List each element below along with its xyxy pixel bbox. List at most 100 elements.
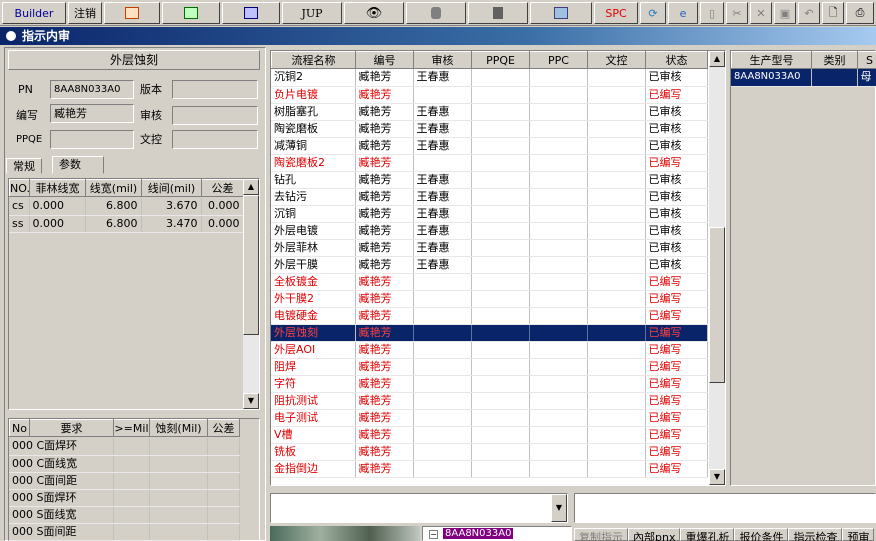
col-header-name[interactable]: 流程名称 [271,51,356,69]
process-row[interactable]: 全板镀金 臧艳芳 已编写 [271,273,708,291]
tab-prereview[interactable]: 预审 [842,528,875,541]
scroll-up-icon[interactable]: ▲ [243,179,259,195]
col-header-model[interactable]: 生产型号 [731,51,812,69]
save-button[interactable]: ▣ [774,2,796,24]
process-row[interactable]: 字符 臧艳芳 已编写 [271,375,708,393]
process-row[interactable]: 外干膜2 臧艳芳 已编写 [271,290,708,308]
undo-button[interactable]: ↶ [798,2,820,24]
process-row[interactable]: 外层电镀 臧艳芳 王春惠 已审核 [271,222,708,240]
print-button[interactable]: ⎙ [846,2,874,24]
table-row[interactable]: 000 C面线宽 [9,455,240,473]
col-header-status[interactable]: 状态 [645,51,708,69]
scroll-thumb[interactable] [709,227,725,383]
col-header-doc[interactable]: 文控 [587,51,646,69]
tab-instruction-check[interactable]: 指示检查 [788,528,843,541]
tab-copy-instruction[interactable]: 复制指示 [574,528,628,541]
col-header[interactable]: 线宽(mil) [85,179,142,197]
table-row[interactable]: ss 0.000 6.800 3.470 0.000 [9,215,244,233]
scroll-up-icon[interactable]: ▲ [709,51,725,67]
ppqe-field[interactable] [50,130,134,149]
table-row[interactable]: cs 0.000 6.800 3.670 0.000 [9,198,244,216]
process-row[interactable]: 电子测试 臧艳芳 已编写 [271,409,708,427]
col-header[interactable]: 要求 [29,419,114,437]
delete-button[interactable]: ✕ [750,2,772,24]
process-row[interactable]: 金指倒边 臧艳芳 已编写 [271,460,708,478]
refresh-button[interactable]: ⟳ [640,2,666,24]
process-row[interactable]: V槽 臧艳芳 已编写 [271,426,708,444]
table-row[interactable]: 000 C面焊环 [9,438,240,456]
table-row[interactable]: 000 S面间距 [9,523,240,541]
tab-params[interactable]: 参数 [52,156,104,174]
computer-button[interactable] [530,2,592,24]
col-header-review[interactable]: 审核 [413,51,472,69]
process-row[interactable]: 外层干膜 臧艳芳 王春惠 已审核 [271,256,708,274]
col-header[interactable]: 蚀刻(Mil) [149,419,208,437]
tab-general[interactable]: 常规 [6,158,42,174]
col-header-type[interactable]: 类别 [811,51,858,69]
cut-button[interactable]: ✂ [726,2,748,24]
col-header-ppc[interactable]: PPC [529,51,588,69]
process-row[interactable]: 沉铜 臧艳芳 王春惠 已审核 [271,205,708,223]
col-header[interactable]: 线间(mil) [141,179,202,197]
process-row[interactable]: 阻抗测试 臧艳芳 已编写 [271,392,708,410]
process-row[interactable]: 外层蚀刻 臧艳芳 已编写 [271,324,708,342]
table-row[interactable]: 000 S面线宽 [9,506,240,524]
col-header[interactable]: 公差 [201,179,244,197]
process-row[interactable]: 钻孔 臧艳芳 王春惠 已审核 [271,171,708,189]
reviewer-field[interactable] [172,106,258,125]
scroll-down-icon[interactable]: ▼ [709,469,725,485]
process-row[interactable]: 树脂塞孔 臧艳芳 王春惠 已审核 [271,103,708,121]
new-button[interactable]: ▯ [700,2,724,24]
process-row[interactable]: 沉铜2 臧艳芳 王春惠 已审核 [271,69,708,87]
tab-quote-conditions[interactable]: 报价条件 [734,528,789,541]
tab-internal-pnx[interactable]: 內部pnx [628,528,681,541]
process-row[interactable]: 去钻污 臧艳芳 王春惠 已审核 [271,188,708,206]
process-row[interactable]: 外层菲林 臧艳芳 王春惠 已审核 [271,239,708,257]
builder-button[interactable]: Builder [2,2,66,24]
process-row[interactable]: 陶瓷磨板 臧艳芳 王春惠 已审核 [271,120,708,138]
col-header[interactable]: NO. [9,179,30,197]
view-button[interactable]: 👁 [344,2,404,24]
doc-control-field[interactable] [172,130,258,149]
tools-button[interactable] [468,2,528,24]
tree-expander-icon[interactable]: − [429,530,438,539]
tree-item[interactable]: 8AA8N033A0 [443,528,514,539]
table-row[interactable]: 000 C面间距 [9,472,240,490]
word-button[interactable] [222,2,280,24]
jup-button[interactable]: JUP [282,2,342,24]
version-field[interactable] [172,80,258,99]
tab-drill-analysis[interactable]: 重爆孔析 [680,528,735,541]
process-row[interactable]: 陶瓷磨板2 臧艳芳 已编写 [271,154,708,172]
process-row[interactable]: 外层AOI 臧艳芳 已编写 [271,341,708,359]
spc-button[interactable]: SPC [594,2,638,24]
process-row[interactable]: 铣板 臧艳芳 已编写 [271,443,708,461]
col-header[interactable]: 公差 [207,419,240,437]
table-row[interactable]: 000 S面焊环 [9,489,240,507]
col-header-ppqe[interactable]: PPQE [471,51,530,69]
note-field[interactable] [574,493,876,523]
process-row[interactable]: 减薄铜 臧艳芳 王春惠 已审核 [271,137,708,155]
editor-field[interactable]: 臧艳芳 [50,104,134,123]
excel-button[interactable] [162,2,220,24]
col-header[interactable]: No [9,419,30,437]
pn-field[interactable]: 8AA8N033A0 [50,80,134,99]
process-row[interactable]: 阻焊 臧艳芳 已编写 [271,358,708,376]
internet-button[interactable]: e [668,2,698,24]
col-header-code[interactable]: 编号 [355,51,414,69]
params-scrollbar[interactable]: ▲ ▼ [243,179,259,409]
process-row[interactable]: 负片电镀 臧艳芳 已编写 [271,86,708,104]
powerpoint-button[interactable] [104,2,160,24]
col-header[interactable]: >=Mil [113,419,150,437]
database-button[interactable] [406,2,466,24]
process-row[interactable]: 电镀硬金 臧艳芳 已编写 [271,307,708,325]
col-header-s[interactable]: S [857,51,876,69]
scroll-down-icon[interactable]: ▼ [243,393,259,409]
table-row[interactable]: 8AA8N033A0 母 [731,69,876,87]
col-header[interactable]: 菲林线宽 [29,179,86,197]
process-scrollbar[interactable]: ▲ ▼ [709,51,725,485]
scroll-thumb[interactable] [243,195,259,335]
comment-combo[interactable]: ▼ [270,493,568,523]
logout-button[interactable]: 注销 [68,2,102,24]
chevron-down-icon[interactable]: ▼ [551,494,567,522]
preview-button[interactable]: 🗋 [822,2,844,24]
